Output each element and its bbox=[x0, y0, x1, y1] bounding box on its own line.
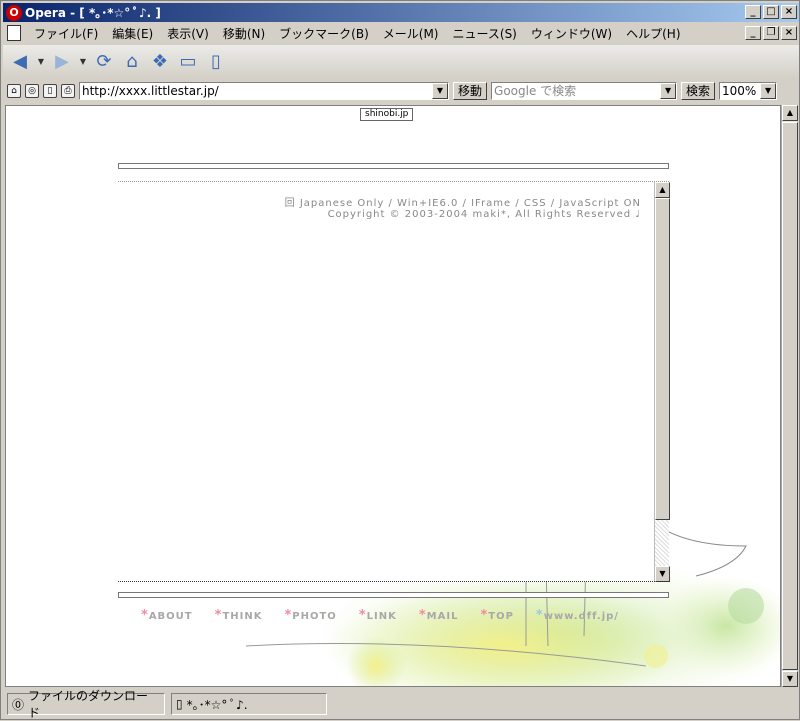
close-button[interactable]: × bbox=[781, 5, 797, 19]
opera-logo-icon: O bbox=[6, 4, 22, 21]
search-field[interactable]: Google で検索 ▼ bbox=[491, 82, 678, 100]
hotlist-icon[interactable]: ❖ bbox=[149, 51, 171, 73]
nav-photo[interactable]: *PHOTO bbox=[284, 608, 336, 623]
address-field[interactable]: http://xxxx.littlestar.jp/ ▼ bbox=[79, 82, 449, 100]
compatibility-note: 回 Japanese Only / Win+IE6.0 / IFrame / C… bbox=[284, 198, 641, 209]
site-navigation: *ABOUT *THINK *PHOTO *LINK *MAIL *TOP *w… bbox=[141, 608, 619, 623]
download-icon: ⓪ bbox=[12, 697, 25, 712]
zoom-dropdown-icon[interactable]: ▼ bbox=[760, 83, 777, 99]
forward-icon[interactable]: ▶ bbox=[51, 51, 73, 73]
menu-news[interactable]: ニュース(S) bbox=[445, 25, 523, 42]
iframe-scroll-down-icon[interactable]: ▼ bbox=[655, 566, 670, 582]
star-icon: * bbox=[141, 608, 149, 623]
iframe-scroll-up-icon[interactable]: ▲ bbox=[655, 182, 670, 198]
downloads-label: ファイルのダウンロード bbox=[28, 689, 149, 720]
nav-top[interactable]: *TOP bbox=[480, 608, 513, 623]
page-scrollbar[interactable]: ▲ ▼ bbox=[781, 105, 798, 687]
navigation-toolbar: ◀ ▼ ▶ ▼ ⟳ ⌂ ❖ ▭ ▯ bbox=[3, 45, 799, 78]
document-new-icon[interactable]: ▯ bbox=[205, 51, 227, 73]
iframe-scrollbar[interactable]: ▲ ▼ bbox=[654, 182, 670, 582]
status-bar: ⓪ ファイルのダウンロード ▯ *｡･*☆° ﾟ♪. bbox=[3, 689, 799, 720]
menu-bookmarks[interactable]: ブックマーク(B) bbox=[272, 25, 376, 42]
doc-close-button[interactable]: × bbox=[781, 26, 797, 40]
print-preview-icon[interactable]: ⎙ bbox=[61, 84, 75, 98]
downloads-panel[interactable]: ⓪ ファイルのダウンロード bbox=[7, 689, 165, 720]
frame-bottom-dotted-rule bbox=[118, 581, 669, 582]
page-icon[interactable]: ▯ bbox=[43, 84, 57, 98]
document-icon[interactable] bbox=[7, 25, 21, 41]
security-icon[interactable]: ⌂ bbox=[7, 84, 21, 98]
menu-file[interactable]: ファイル(F) bbox=[27, 25, 105, 42]
page-tab-title: *｡･*☆° ﾟ♪. bbox=[186, 697, 248, 712]
star-icon: * bbox=[535, 608, 544, 623]
maximize-button[interactable]: □ bbox=[763, 5, 779, 19]
search-dropdown-icon[interactable]: ▼ bbox=[660, 83, 677, 99]
address-url: http://xxxx.littlestar.jp/ bbox=[82, 84, 219, 98]
menu-bar: ファイル(F) 編集(E) 表示(V) 移動(N) ブックマーク(B) メール(… bbox=[3, 23, 799, 43]
frame-top-border bbox=[118, 163, 669, 169]
home-icon[interactable]: ⌂ bbox=[121, 51, 143, 73]
shinobi-badge[interactable]: shinobi.jp bbox=[360, 108, 414, 121]
back-dropdown-icon[interactable]: ▼ bbox=[37, 51, 45, 73]
address-toolbar: ⌂ ◎ ▯ ⎙ http://xxxx.littlestar.jp/ ▼ 移動 … bbox=[3, 80, 799, 102]
menu-window[interactable]: ウィンドウ(W) bbox=[524, 25, 619, 42]
title-bar: O Opera - [ *｡･*☆° ﾟ♪. ] _ □ × bbox=[3, 3, 799, 22]
menu-navigation[interactable]: 移動(N) bbox=[216, 25, 272, 42]
camera-icon[interactable]: ◎ bbox=[25, 84, 39, 98]
nav-dff-link[interactable]: *www.dff.jp/ bbox=[536, 608, 619, 623]
reload-icon[interactable]: ⟳ bbox=[93, 51, 115, 73]
page-tab[interactable]: ▯ *｡･*☆° ﾟ♪. bbox=[171, 693, 327, 715]
page-tab-icon: ▯ bbox=[176, 697, 183, 711]
document-window-controls: _ ❐ × bbox=[745, 26, 797, 40]
scroll-thumb[interactable] bbox=[782, 122, 798, 670]
nav-about[interactable]: *ABOUT bbox=[141, 608, 193, 623]
zoom-value: 100% bbox=[722, 84, 757, 98]
page-viewport: shinobi.jp 回 Japanese Only / Win+IE6.0 /… bbox=[5, 105, 781, 687]
print-icon[interactable]: ▭ bbox=[177, 51, 199, 73]
minimize-button[interactable]: _ bbox=[745, 5, 761, 19]
iframe-scroll-thumb[interactable] bbox=[655, 198, 670, 520]
opera-window: O Opera - [ *｡･*☆° ﾟ♪. ] _ □ × ファイル(F) 編… bbox=[0, 0, 800, 720]
search-placeholder: Google で検索 bbox=[494, 84, 577, 98]
copyright-note: Copyright © 2003-2004 maki*, All Rights … bbox=[327, 209, 641, 220]
go-button[interactable]: 移動 bbox=[453, 82, 488, 100]
nav-link[interactable]: *LINK bbox=[359, 608, 397, 623]
menu-mail[interactable]: メール(M) bbox=[376, 25, 446, 42]
forward-dropdown-icon[interactable]: ▼ bbox=[79, 51, 87, 73]
nav-mail[interactable]: *MAIL bbox=[419, 608, 459, 623]
star-icon: * bbox=[358, 608, 367, 623]
menu-view[interactable]: 表示(V) bbox=[160, 25, 216, 42]
frame-bottom-border bbox=[118, 592, 669, 598]
address-dropdown-icon[interactable]: ▼ bbox=[432, 83, 448, 99]
doc-minimize-button[interactable]: _ bbox=[745, 26, 761, 40]
window-title: Opera - [ *｡･*☆° ﾟ♪. ] bbox=[25, 6, 161, 20]
scroll-down-icon[interactable]: ▼ bbox=[782, 671, 798, 687]
window-controls: _ □ × bbox=[745, 5, 797, 19]
back-icon[interactable]: ◀ bbox=[9, 51, 31, 73]
scroll-up-icon[interactable]: ▲ bbox=[782, 105, 798, 121]
zoom-field[interactable]: 100% ▼ bbox=[719, 82, 778, 100]
search-button[interactable]: 検索 bbox=[681, 82, 716, 100]
doc-restore-button[interactable]: ❐ bbox=[763, 26, 779, 40]
menu-edit[interactable]: 編集(E) bbox=[105, 25, 160, 42]
menu-help[interactable]: ヘルプ(H) bbox=[619, 25, 687, 42]
nav-think[interactable]: *THINK bbox=[215, 608, 263, 623]
content-iframe[interactable]: 回 Japanese Only / Win+IE6.0 / IFrame / C… bbox=[118, 182, 670, 582]
star-icon: * bbox=[418, 608, 427, 623]
